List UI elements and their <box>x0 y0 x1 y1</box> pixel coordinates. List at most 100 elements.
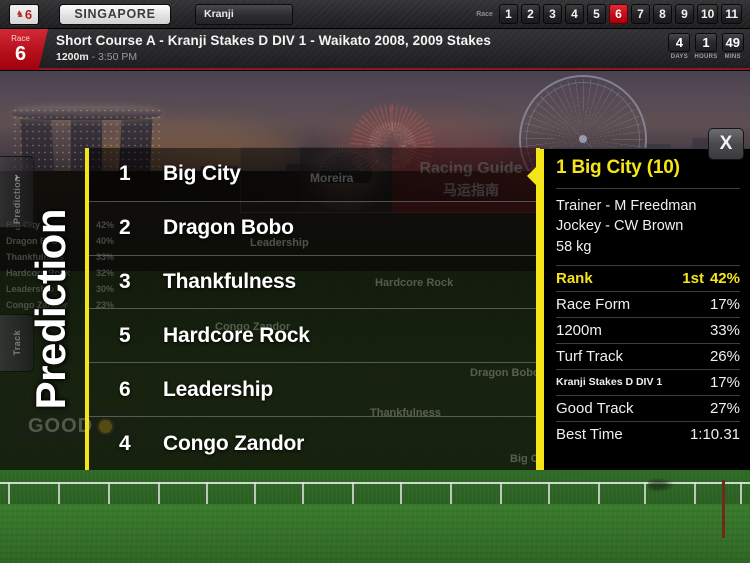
detail-stat-race-form: Race Form 17% <box>556 290 740 317</box>
horse-silhouette <box>648 478 674 492</box>
detail-stat-key: Turf Track <box>556 347 623 365</box>
prediction-row-1[interactable]: 1 Big City <box>89 148 536 202</box>
race-button-5[interactable]: 5 <box>586 4 606 24</box>
prediction-row-name: Leadership <box>163 377 274 401</box>
prediction-vertical-title: Prediction <box>24 148 78 470</box>
prediction-row-number: 5 <box>119 323 131 347</box>
prediction-row-number: 3 <box>119 270 131 294</box>
race-button-8[interactable]: 8 <box>652 4 672 24</box>
app-root: Moreira Racing Guide 马运指南 现在没有 Not Avail… <box>0 0 750 563</box>
prediction-row-2[interactable]: 2 Dragon Bobo <box>89 202 536 256</box>
horse-detail-panel: 1 Big City (10) Trainer - M Freedman Joc… <box>527 148 750 470</box>
detail-stat-key: Kranji Stakes D DIV 1 <box>556 376 663 389</box>
detail-stat-value: 27% <box>709 399 740 417</box>
detail-stat-going: Good Track 27% <box>556 394 740 421</box>
detail-stat-key: Race Form <box>556 295 631 313</box>
close-button[interactable]: X <box>708 128 744 160</box>
race-nav-label: Race <box>476 10 493 18</box>
prediction-row-name: Thankfulness <box>163 270 296 294</box>
countdown-days: 4 DAYS <box>668 33 691 60</box>
race-number-badge: Race 6 <box>0 29 48 70</box>
race-button-11[interactable]: 11 <box>721 4 742 24</box>
race-header: Race 6 Short Course A - Kranji Stakes D … <box>0 29 750 70</box>
top-bar: ♞ 6 SINGAPORE Kranji Race 1 2 3 4 5 6 7 … <box>0 0 750 29</box>
detail-stat-value: 17% <box>709 373 740 391</box>
detail-stat-rank: Rank 1st 42% <box>556 264 740 291</box>
detail-stat-value: 33% <box>709 321 740 339</box>
prediction-row-4[interactable]: 5 Hardcore Rock <box>89 309 536 364</box>
prediction-row-number: 1 <box>119 162 131 186</box>
race-subtitle: 1200m - 3:50 PM <box>56 51 491 63</box>
detail-stat-value: 26% <box>709 347 740 365</box>
detail-jockey: Jockey - CW Brown <box>556 218 684 235</box>
race-button-9[interactable]: 9 <box>674 4 694 24</box>
race-title-block: Short Course A - Kranji Stakes D DIV 1 -… <box>56 33 491 63</box>
app-badge-number: 6 <box>24 6 33 22</box>
track-rail <box>0 482 750 484</box>
close-icon: X <box>719 133 733 154</box>
prediction-row-number: 6 <box>119 377 131 401</box>
turf-far <box>0 470 750 504</box>
detail-stat-rank-position: 1st <box>682 269 704 287</box>
selection-pointer-icon <box>527 163 540 189</box>
detail-stat-value: 1:10.31 <box>689 425 740 443</box>
countdown-days-label: DAYS <box>670 54 689 60</box>
countdown-days-value: 4 <box>675 35 683 50</box>
country-selector-label: SINGAPORE <box>74 7 156 21</box>
detail-stat-best-time: Best Time 1:10.31 <box>556 420 740 447</box>
race-post-time: 3:50 PM <box>98 51 138 63</box>
detail-stat-surface: Turf Track 26% <box>556 342 740 369</box>
countdown-mins-label: MINS <box>724 54 741 60</box>
detail-meta: Trainer - M Freedman Jockey - CW Brown 5… <box>556 188 740 265</box>
prediction-row-5[interactable]: 6 Leadership <box>89 363 536 418</box>
countdown-mins: 49 MINS <box>721 33 744 60</box>
sidebar-tab-prediction-label: Prediction <box>11 175 22 224</box>
venue-selector-button[interactable]: Kranji <box>195 3 293 25</box>
sidebar-tab-track-label: Track <box>11 330 22 356</box>
race-title: Short Course A - Kranji Stakes D DIV 1 -… <box>56 33 492 48</box>
turf-near <box>0 504 750 563</box>
countdown-hours: 1 HOURS <box>694 33 717 60</box>
race-button-1[interactable]: 1 <box>498 4 518 24</box>
detail-stat-key: Best Time <box>556 425 623 443</box>
detail-stat-key: 1200m <box>556 321 602 339</box>
race-button-3[interactable]: 3 <box>542 4 562 24</box>
prediction-row-number: 4 <box>119 431 131 455</box>
race-button-6[interactable]: 6 <box>608 4 628 24</box>
race-badge-label: Race <box>11 34 30 43</box>
venue-selector-label: Kranji <box>204 8 234 20</box>
detail-stat-key: Good Track <box>556 399 634 417</box>
detail-stat-value: 17% <box>709 295 740 313</box>
race-distance: 1200m <box>56 51 89 63</box>
prediction-row-name: Big City <box>163 162 241 186</box>
race-countdown: 4 DAYS 1 HOURS 49 MINS <box>668 33 744 60</box>
countdown-hours-label: HOURS <box>694 54 718 60</box>
race-button-2[interactable]: 2 <box>520 4 540 24</box>
app-logo-badge[interactable]: ♞ 6 <box>9 3 39 25</box>
country-selector-button[interactable]: SINGAPORE <box>59 3 171 25</box>
prediction-vertical-title-text: Prediction <box>27 208 74 410</box>
detail-stat-rank-value: 42% <box>709 269 740 287</box>
race-badge-number: 6 <box>14 43 27 65</box>
prediction-row-6[interactable]: 4 Congo Zandor <box>89 417 536 470</box>
countdown-hours-value: 1 <box>702 35 710 50</box>
detail-stat-distance: 1200m 33% <box>556 316 740 343</box>
race-button-10[interactable]: 10 <box>696 4 719 24</box>
prediction-row-3[interactable]: 3 Thankfulness <box>89 256 536 310</box>
race-button-4[interactable]: 4 <box>564 4 584 24</box>
prediction-row-name: Dragon Bobo <box>163 216 294 240</box>
detail-stat-class: Kranji Stakes D DIV 1 17% <box>556 368 740 395</box>
prediction-row-name: Hardcore Rock <box>163 323 310 347</box>
detail-stat-rank-key: Rank <box>556 269 593 287</box>
race-button-7[interactable]: 7 <box>630 4 650 24</box>
countdown-mins-value: 49 <box>725 35 740 50</box>
prediction-row-name: Congo Zandor <box>163 431 305 455</box>
prediction-row-number: 2 <box>119 216 131 240</box>
race-number-nav: Race 1 2 3 4 5 6 7 8 9 10 11 <box>476 4 744 24</box>
detail-trainer: Trainer - M Freedman <box>556 198 697 214</box>
distance-marker-post <box>722 480 725 538</box>
horse-icon: ♞ <box>15 8 24 19</box>
race-track-foreground <box>0 470 750 563</box>
detail-weight: 58 kg <box>556 238 592 255</box>
race-separator: - <box>91 51 96 63</box>
